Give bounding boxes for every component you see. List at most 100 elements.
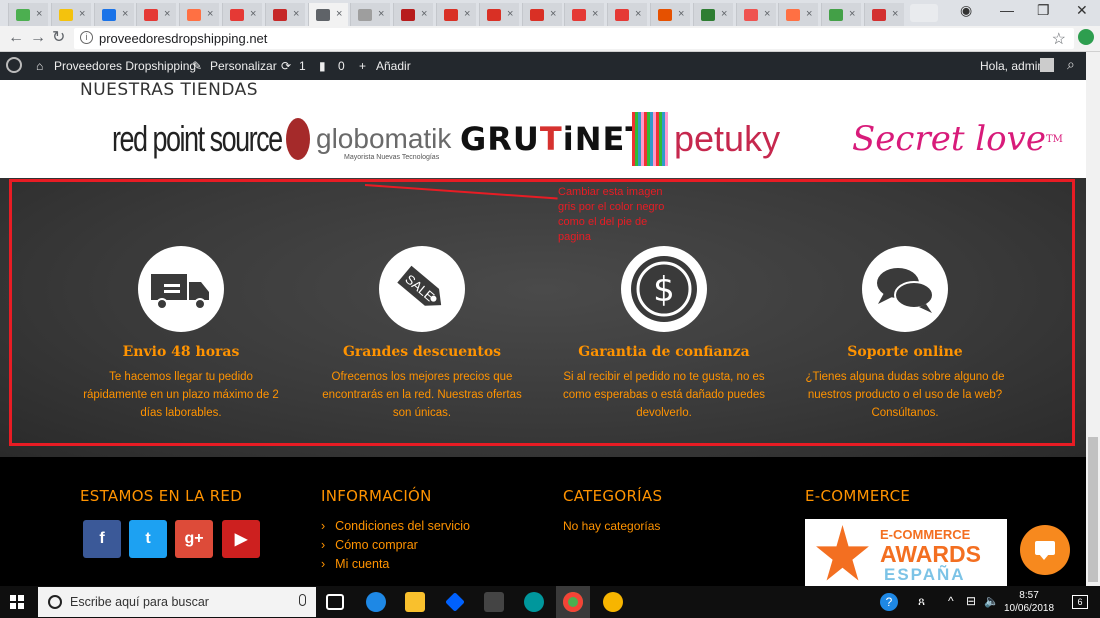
forward-icon[interactable]: → bbox=[30, 29, 46, 47]
grutinet-logo[interactable]: GRU Ti NET bbox=[460, 108, 648, 170]
back-icon[interactable]: ← bbox=[8, 29, 24, 47]
comments-count[interactable]: 0 bbox=[338, 59, 345, 73]
browser-tab[interactable]: × bbox=[136, 3, 176, 26]
page-scrollbar[interactable] bbox=[1086, 52, 1100, 586]
search-icon[interactable]: ⌕ bbox=[1067, 56, 1075, 73]
tab-close-icon[interactable]: × bbox=[293, 9, 299, 20]
browser-tab[interactable]: × bbox=[350, 3, 390, 26]
new-tab-button[interactable] bbox=[910, 4, 938, 22]
tab-close-icon[interactable]: × bbox=[79, 9, 85, 20]
restore-icon[interactable]: ❐ bbox=[1037, 2, 1050, 19]
microphone-icon[interactable] bbox=[299, 594, 306, 606]
windows-start-icon[interactable] bbox=[10, 595, 24, 609]
avatar[interactable] bbox=[1040, 58, 1054, 72]
tab-close-icon[interactable]: × bbox=[464, 9, 470, 20]
reload-icon[interactable]: ↻ bbox=[52, 29, 65, 47]
app-icon[interactable] bbox=[603, 592, 623, 612]
tab-close-icon[interactable]: × bbox=[635, 9, 641, 20]
wordpress-logo-icon[interactable] bbox=[6, 57, 22, 73]
tab-close-icon[interactable]: × bbox=[36, 9, 42, 20]
link-label[interactable]: Cómo comprar bbox=[335, 538, 418, 552]
browser-tab[interactable]: × bbox=[8, 3, 48, 26]
customize-link[interactable]: Personalizar bbox=[210, 59, 277, 73]
browser-tab[interactable]: × bbox=[522, 3, 562, 26]
minimize-icon[interactable]: — bbox=[1000, 2, 1014, 18]
browser-tab[interactable]: × bbox=[222, 3, 262, 26]
browser-tab[interactable]: × bbox=[393, 3, 433, 26]
close-window-icon[interactable]: ✕ bbox=[1076, 2, 1088, 19]
plus-icon[interactable]: + bbox=[359, 59, 366, 73]
browser-tab[interactable]: × bbox=[778, 3, 818, 26]
show-hidden-icons[interactable]: ^ bbox=[948, 594, 954, 608]
browser-tab[interactable]: × bbox=[864, 3, 904, 26]
taskbar-search-placeholder[interactable]: Escribe aquí para buscar bbox=[70, 595, 209, 609]
site-info-icon[interactable]: i bbox=[80, 31, 93, 44]
bookmark-star-icon[interactable]: ☆ bbox=[1052, 29, 1066, 49]
comment-icon[interactable]: ▮ bbox=[319, 59, 326, 73]
youtube-icon[interactable]: ▶ bbox=[222, 520, 260, 558]
url-text[interactable]: proveedoresdropshipping.net bbox=[99, 31, 267, 46]
refresh-icon[interactable]: ⟳ bbox=[281, 59, 291, 73]
secret-love-logo[interactable]: Secret love TM bbox=[852, 108, 1063, 170]
browser-tab[interactable]: × bbox=[650, 3, 690, 26]
browser-tab[interactable]: × bbox=[736, 3, 776, 26]
browser-tab[interactable]: × bbox=[51, 3, 91, 26]
tab-close-icon[interactable]: × bbox=[207, 9, 213, 20]
tab-close-icon[interactable]: × bbox=[421, 9, 427, 20]
tab-close-icon[interactable]: × bbox=[592, 9, 598, 20]
browser-tab[interactable]: × bbox=[265, 3, 305, 26]
tab-close-icon[interactable]: × bbox=[250, 9, 256, 20]
google-plus-icon[interactable]: g+ bbox=[175, 520, 213, 558]
footer-link-how-to-buy[interactable]: › Cómo comprar bbox=[321, 536, 470, 555]
tab-close-icon[interactable]: × bbox=[164, 9, 170, 20]
edge-icon[interactable] bbox=[366, 592, 386, 612]
facebook-icon[interactable]: f bbox=[83, 520, 121, 558]
help-icon[interactable]: ? bbox=[880, 593, 898, 611]
store-icon[interactable] bbox=[484, 592, 504, 612]
chrome-icon[interactable] bbox=[563, 592, 583, 612]
file-explorer-icon[interactable] bbox=[405, 592, 425, 612]
scrollbar-thumb[interactable] bbox=[1088, 437, 1098, 582]
tab-close-icon[interactable]: × bbox=[122, 9, 128, 20]
tab-close-icon[interactable]: × bbox=[764, 9, 770, 20]
tab-close-icon[interactable]: × bbox=[336, 9, 342, 20]
address-bar[interactable]: i proveedoresdropshipping.net ☆ bbox=[74, 28, 1074, 49]
task-view-icon[interactable] bbox=[326, 594, 344, 610]
arduino-icon[interactable] bbox=[524, 592, 544, 612]
link-label[interactable]: Condiciones del servicio bbox=[335, 519, 470, 533]
browser-tab[interactable]: × bbox=[308, 3, 348, 26]
tab-close-icon[interactable]: × bbox=[550, 9, 556, 20]
tab-close-icon[interactable]: × bbox=[806, 9, 812, 20]
admin-greeting[interactable]: Hola, admin bbox=[980, 59, 1044, 73]
browser-tab[interactable]: × bbox=[607, 3, 647, 26]
cortana-icon[interactable] bbox=[48, 595, 62, 609]
site-name-link[interactable]: Proveedores Dropshipping bbox=[54, 59, 196, 73]
tab-close-icon[interactable]: × bbox=[378, 9, 384, 20]
browser-tab[interactable]: × bbox=[179, 3, 219, 26]
browser-tab[interactable]: × bbox=[94, 3, 134, 26]
red-point-source-logo[interactable]: red point source bbox=[112, 108, 283, 170]
people-icon[interactable]: ጸ bbox=[918, 594, 925, 609]
add-new-link[interactable]: Añadir bbox=[376, 59, 411, 73]
tab-close-icon[interactable]: × bbox=[678, 9, 684, 20]
browser-tab[interactable]: × bbox=[564, 3, 604, 26]
browser-tab[interactable]: × bbox=[821, 3, 861, 26]
volume-icon[interactable]: 🔈 bbox=[984, 594, 999, 608]
live-chat-button[interactable] bbox=[1020, 525, 1070, 575]
tab-close-icon[interactable]: × bbox=[892, 9, 898, 20]
profile-icon[interactable]: ◉ bbox=[960, 2, 972, 19]
link-label[interactable]: Mi cuenta bbox=[335, 557, 389, 571]
twitter-icon[interactable]: t bbox=[129, 520, 167, 558]
extension-icon[interactable] bbox=[1078, 29, 1094, 45]
ecommerce-awards-badge[interactable]: E-COMMERCE AWARDS ESPAÑA bbox=[805, 519, 1007, 586]
network-icon[interactable]: ⊟ bbox=[966, 594, 976, 608]
footer-link-my-account[interactable]: › Mi cuenta bbox=[321, 555, 470, 574]
petuky-logo[interactable]: petuky bbox=[632, 108, 780, 170]
browser-tab[interactable]: × bbox=[436, 3, 476, 26]
updates-count[interactable]: 1 bbox=[299, 59, 306, 73]
browser-tab[interactable]: × bbox=[479, 3, 519, 26]
dropbox-icon[interactable] bbox=[445, 592, 465, 612]
notification-center-icon[interactable]: 6 bbox=[1072, 595, 1088, 609]
footer-link-conditions[interactable]: › Condiciones del servicio bbox=[321, 517, 470, 536]
taskbar-search-box[interactable]: Escribe aquí para buscar bbox=[38, 587, 316, 617]
